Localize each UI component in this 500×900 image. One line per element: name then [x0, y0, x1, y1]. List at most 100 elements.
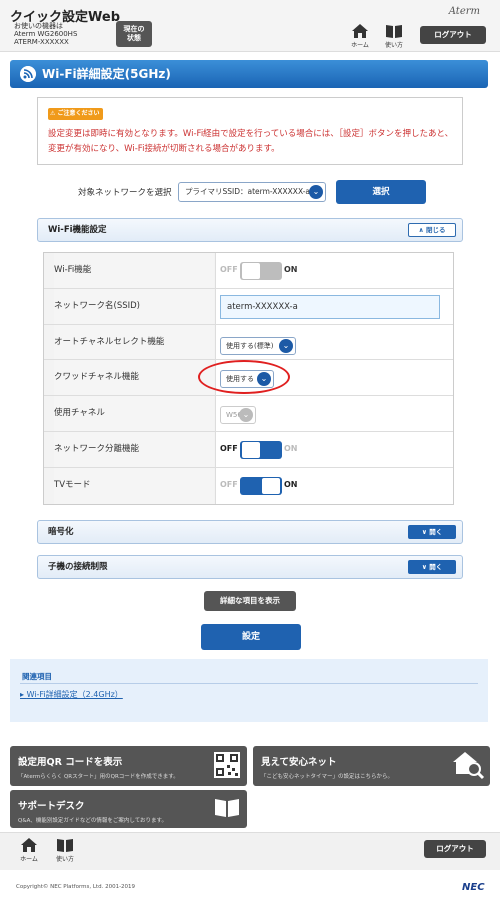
row-wifi-function: Wi-Fi機能 OFF ON — [44, 253, 453, 289]
notice-badge: ⚠ ご注意ください — [48, 108, 104, 120]
book-icon — [57, 839, 73, 852]
row-label: Wi-Fi機能 — [54, 253, 214, 288]
house-search-icon — [453, 752, 485, 780]
related-title: 関連項目 — [22, 672, 52, 681]
row-label: ネットワーク名(SSID) — [54, 288, 214, 324]
access-restriction-header[interactable]: 子機の接続制限 ∨ 開く — [37, 555, 463, 579]
network-select-label: 対象ネットワークを選択 — [78, 188, 172, 198]
access-restriction-section: 子機の接続制限 ∨ 開く — [37, 555, 463, 579]
qr-code-icon — [214, 752, 240, 778]
tv-mode-switch[interactable]: OFF ON — [220, 476, 320, 495]
home-icon — [352, 24, 368, 38]
support-desc: Q&A、機能別設定ガイドなどの情報をご案内しております。 — [18, 818, 168, 824]
switch-track — [240, 262, 282, 280]
switch-knob — [242, 441, 260, 458]
highlight-circle — [198, 360, 290, 394]
chevron-up-icon: ∧ — [418, 226, 424, 234]
header: クイック設定Web お使いの機器は Aterm WG2600HS ATERM-X… — [0, 0, 500, 52]
encryption-header[interactable]: 暗号化 ∨ 開く — [37, 520, 463, 544]
device-info: お使いの機器は Aterm WG2600HS ATERM-XXXXXX — [14, 22, 77, 46]
encryption-section: 暗号化 ∨ 開く — [37, 520, 463, 544]
safe-net-card[interactable]: 見えて安心ネット 「こども安心ネットタイマー」の設定はこちらから。 — [253, 746, 490, 786]
device-model: Aterm WG2600HS — [14, 30, 78, 38]
logout-button[interactable]: ログアウト — [420, 26, 486, 44]
manual-button[interactable]: 使い方 — [380, 24, 408, 50]
footer-logout-button[interactable]: ログアウト — [424, 840, 486, 858]
book-icon — [215, 799, 239, 817]
row-ssid: ネットワーク名(SSID) aterm-XXXXXX-a — [44, 288, 453, 325]
status-button-line2: 状態 — [127, 34, 141, 42]
page-title-text: Wi-Fi詳細設定(5GHz) — [42, 67, 171, 81]
auto-channel-value: 使用する(標準) — [226, 341, 274, 350]
brand-logo: Aterm — [448, 6, 480, 17]
row-label: 使用チャネル — [54, 396, 214, 431]
channel-select[interactable]: W56 ⌄ — [220, 406, 256, 425]
ssid-input[interactable]: aterm-XXXXXX-a — [220, 294, 440, 319]
collapse-button[interactable]: ∧ 閉じる — [408, 223, 456, 237]
footer-manual-label: 使い方 — [55, 856, 74, 863]
wifi-function-switch[interactable]: OFF ON — [220, 262, 320, 280]
switch-off-text: OFF — [220, 443, 238, 453]
collapse-label: 閉じる — [426, 226, 446, 234]
device-label: お使いの機器は — [14, 22, 63, 30]
auto-channel-select[interactable]: 使用する(標準) ⌄ — [220, 336, 296, 355]
encryption-title: 暗号化 — [48, 527, 74, 537]
notice-box: ⚠ ご注意ください 設定変更は即時に有効となります。Wi-Fi経由で設定を行って… — [37, 97, 463, 165]
switch-knob — [262, 477, 280, 494]
switch-track — [240, 476, 282, 495]
chevron-down-icon: ∨ — [421, 563, 427, 571]
manual-label: 使い方 — [384, 42, 403, 49]
switch-off-text: OFF — [220, 479, 238, 489]
wifi-icon — [20, 66, 36, 82]
divider — [20, 683, 478, 684]
show-details-button[interactable]: 詳細な項目を表示 — [204, 591, 296, 611]
select-network-button[interactable]: 選択 — [336, 180, 426, 204]
expand-button[interactable]: ∨ 開く — [408, 525, 456, 539]
chevron-down-icon: ⌄ — [239, 408, 253, 423]
network-select[interactable]: プライマリSSID：aterm-XXXXXX-a ⌄ — [178, 182, 326, 202]
wifi-settings-section: Wi-Fi機能設定 ∧ 閉じる — [37, 218, 463, 242]
network-select-value: プライマリSSID：aterm-XXXXXX-a — [185, 187, 311, 196]
switch-on-text: ON — [284, 479, 298, 489]
footer-manual-button[interactable]: 使い方 — [52, 838, 78, 863]
expand-label: 開く — [429, 563, 443, 571]
row-label: ネットワーク分離機能 — [54, 431, 214, 467]
home-label: ホーム — [351, 42, 369, 49]
support-desk-card[interactable]: サポートデスク Q&A、機能別設定ガイドなどの情報をご案内しております。 — [10, 790, 247, 828]
chevron-down-icon: ∨ — [421, 528, 427, 536]
expand-button[interactable]: ∨ 開く — [408, 560, 456, 574]
wifi-settings-title: Wi-Fi機能設定 — [48, 225, 107, 235]
related-link-text: Wi-Fi詳細設定（2.4GHz） — [26, 690, 123, 699]
set-button[interactable]: 設定 — [201, 624, 301, 650]
row-label: オートチャネルセレクト機能 — [54, 324, 214, 360]
safe-net-title: 見えて安心ネット — [261, 757, 337, 768]
switch-track — [240, 440, 282, 459]
switch-off-text: OFF — [220, 265, 238, 274]
chevron-down-icon: ⌄ — [279, 338, 293, 353]
row-tv-mode: TVモード OFF ON — [44, 467, 453, 504]
footer-home-label: ホーム — [20, 856, 38, 863]
switch-knob — [242, 263, 260, 279]
notice-badge-text: ご注意ください — [57, 110, 100, 117]
home-button[interactable]: ホーム — [346, 24, 374, 50]
switch-on-text: ON — [284, 443, 298, 453]
network-isolation-switch[interactable]: OFF ON — [220, 440, 320, 459]
row-channel: 使用チャネル W56 ⌄ — [44, 396, 453, 432]
chevron-down-icon: ⌄ — [309, 185, 323, 199]
home-icon — [21, 838, 37, 852]
qr-card-title: 設定用QR コードを表示 — [18, 757, 123, 768]
book-icon — [386, 25, 402, 38]
row-label: TVモード — [54, 467, 214, 504]
notice-text: 設定変更は即時に有効となります。Wi-Fi経由で設定を行っている場合には、［設定… — [48, 129, 454, 154]
wifi-settings-header: Wi-Fi機能設定 ∧ 閉じる — [37, 218, 463, 242]
support-title: サポートデスク — [18, 801, 85, 812]
current-status-button[interactable]: 現在の 状態 — [116, 21, 152, 47]
row-network-isolation: ネットワーク分離機能 OFF ON — [44, 431, 453, 468]
footer-home-button[interactable]: ホーム — [18, 838, 40, 863]
access-restriction-title: 子機の接続制限 — [48, 562, 108, 572]
safe-net-desc: 「こども安心ネットタイマー」の設定はこちらから。 — [261, 774, 394, 780]
qr-code-card[interactable]: 設定用QR コードを表示 「Atermらくらく QRスタート」用のQRコードを作… — [10, 746, 247, 786]
related-link-wifi-24ghz[interactable]: ▸ Wi-Fi詳細設定（2.4GHz） — [20, 689, 123, 700]
nec-logo: NEC — [462, 882, 485, 893]
copyright: Copyright© NEC Platforms, Ltd. 2001-2019 — [16, 884, 136, 890]
